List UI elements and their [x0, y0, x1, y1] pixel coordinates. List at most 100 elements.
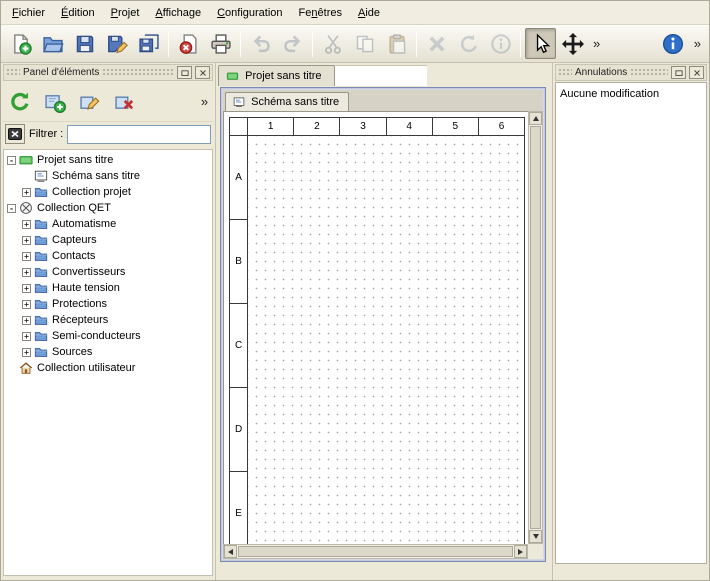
elements-toolbar-overflow-button[interactable]: »: [198, 94, 211, 109]
tree-item[interactable]: Schéma sans titre: [4, 168, 212, 184]
tree-item[interactable]: +Récepteurs: [4, 312, 212, 328]
menu-item[interactable]: Édition: [53, 1, 103, 24]
panel-grip[interactable]: [630, 68, 668, 77]
expand-icon[interactable]: +: [22, 316, 31, 325]
tree-item-label: Sources: [51, 346, 92, 358]
collapse-icon[interactable]: -: [7, 156, 16, 165]
selection-mode-button[interactable]: [525, 28, 556, 59]
tree-item[interactable]: -Collection QET: [4, 200, 212, 216]
delete-element-button[interactable]: [110, 87, 140, 117]
menu-item[interactable]: Projet: [103, 1, 148, 24]
expand-icon[interactable]: +: [22, 300, 31, 309]
tree-item[interactable]: +Contacts: [4, 248, 212, 264]
visualisation-mode-button[interactable]: [557, 28, 588, 59]
menu-item[interactable]: Configuration: [209, 1, 290, 24]
tree-item-label: Protections: [51, 298, 107, 310]
delete-selection-button[interactable]: [421, 28, 452, 59]
expand-icon[interactable]: +: [22, 348, 31, 357]
horizontal-scroll-thumb[interactable]: [238, 546, 513, 557]
copy-button[interactable]: [349, 28, 380, 59]
save-as-button[interactable]: [101, 28, 132, 59]
expand-icon[interactable]: +: [22, 236, 31, 245]
expand-icon[interactable]: +: [22, 252, 31, 261]
tree-item[interactable]: +Capteurs: [4, 232, 212, 248]
expand-icon[interactable]: +: [22, 188, 31, 197]
tree-item[interactable]: +Convertisseurs: [4, 264, 212, 280]
tree-item[interactable]: +Haute tension: [4, 280, 212, 296]
new-element-button[interactable]: [40, 87, 70, 117]
left-arrow-icon: [228, 549, 233, 555]
save-all-button[interactable]: [133, 28, 164, 59]
float-icon: [674, 68, 684, 78]
tree-item[interactable]: Collection utilisateur: [4, 360, 212, 376]
clear-filter-button[interactable]: [5, 124, 25, 144]
tree-item[interactable]: +Collection projet: [4, 184, 212, 200]
menu-item[interactable]: Affichage: [147, 1, 209, 24]
menu-item[interactable]: Fichier: [4, 1, 53, 24]
close-panel-button[interactable]: [195, 66, 210, 79]
redo-button[interactable]: [277, 28, 308, 59]
vertical-scrollbar[interactable]: [528, 111, 543, 544]
tree-item[interactable]: -Projet sans titre: [4, 152, 212, 168]
menu-item[interactable]: Fenêtres: [291, 1, 350, 24]
float-panel-button[interactable]: [671, 66, 686, 79]
menu-item[interactable]: Aide: [350, 1, 388, 24]
toolbar-overflow-button[interactable]: »: [690, 28, 705, 59]
reload-collections-button[interactable]: [5, 87, 35, 117]
vertical-scroll-thumb[interactable]: [530, 126, 541, 529]
tree-item[interactable]: + Sources: [4, 344, 212, 360]
main-area: Panel d'éléments » Filtrer : -Projet san…: [1, 63, 709, 580]
schema-sheet: 123456 ABCDE: [229, 117, 525, 544]
undo-panel-titlebar[interactable]: Annulations: [555, 64, 707, 81]
open-project-button[interactable]: [37, 28, 68, 59]
cut-button[interactable]: [317, 28, 348, 59]
folder-icon: [34, 329, 48, 343]
expand-icon[interactable]: +: [22, 268, 31, 277]
tree-item[interactable]: + Protections: [4, 296, 212, 312]
tree-item[interactable]: +Automatisme: [4, 216, 212, 232]
horizontal-scrollbar[interactable]: [223, 544, 528, 559]
collapse-icon[interactable]: -: [7, 204, 16, 213]
filter-input[interactable]: [67, 125, 211, 144]
clear-filter-icon: [7, 126, 23, 142]
undo-button[interactable]: [245, 28, 276, 59]
tree-item[interactable]: +Semi-conducteurs: [4, 328, 212, 344]
toolbar-separator: [240, 31, 241, 57]
scroll-right-button[interactable]: [514, 545, 527, 558]
panel-grip[interactable]: [558, 68, 572, 77]
save-icon: [74, 33, 96, 55]
schema-viewport[interactable]: 123456 ABCDE: [223, 111, 528, 544]
project-tab-label: Projet sans titre: [245, 70, 321, 82]
column-label: 2: [294, 118, 340, 135]
print-button[interactable]: [205, 28, 236, 59]
toolbar-overflow-button[interactable]: »: [589, 28, 604, 59]
folder-icon: [34, 233, 48, 247]
save-button[interactable]: [69, 28, 100, 59]
elements-panel-titlebar[interactable]: Panel d'éléments: [3, 64, 213, 81]
row-label: A: [230, 136, 248, 220]
schema-canvas[interactable]: [248, 136, 524, 544]
rotate-selection-button[interactable]: [453, 28, 484, 59]
paste-icon: [386, 33, 408, 55]
panel-grip[interactable]: [6, 68, 20, 77]
undo-list[interactable]: Aucune modification: [555, 82, 707, 564]
expand-icon[interactable]: +: [22, 284, 31, 293]
project-icon: [225, 70, 240, 82]
project-tab[interactable]: Projet sans titre: [218, 65, 334, 86]
close-file-button[interactable]: [173, 28, 204, 59]
close-panel-button[interactable]: [689, 66, 704, 79]
float-panel-button[interactable]: [177, 66, 192, 79]
new-project-button[interactable]: [5, 28, 36, 59]
panel-grip[interactable]: [102, 68, 174, 77]
edit-element-button[interactable]: [75, 87, 105, 117]
schema-tab[interactable]: Schéma sans titre: [225, 92, 349, 111]
scroll-up-button[interactable]: [529, 112, 542, 125]
element-info-button[interactable]: [485, 28, 516, 59]
expand-icon[interactable]: +: [22, 220, 31, 229]
scroll-left-button[interactable]: [224, 545, 237, 558]
paste-button[interactable]: [381, 28, 412, 59]
elements-panel-title: Panel d'éléments: [23, 67, 99, 78]
expand-icon[interactable]: +: [22, 332, 31, 341]
scroll-down-button[interactable]: [529, 530, 542, 543]
about-button[interactable]: [658, 28, 689, 59]
